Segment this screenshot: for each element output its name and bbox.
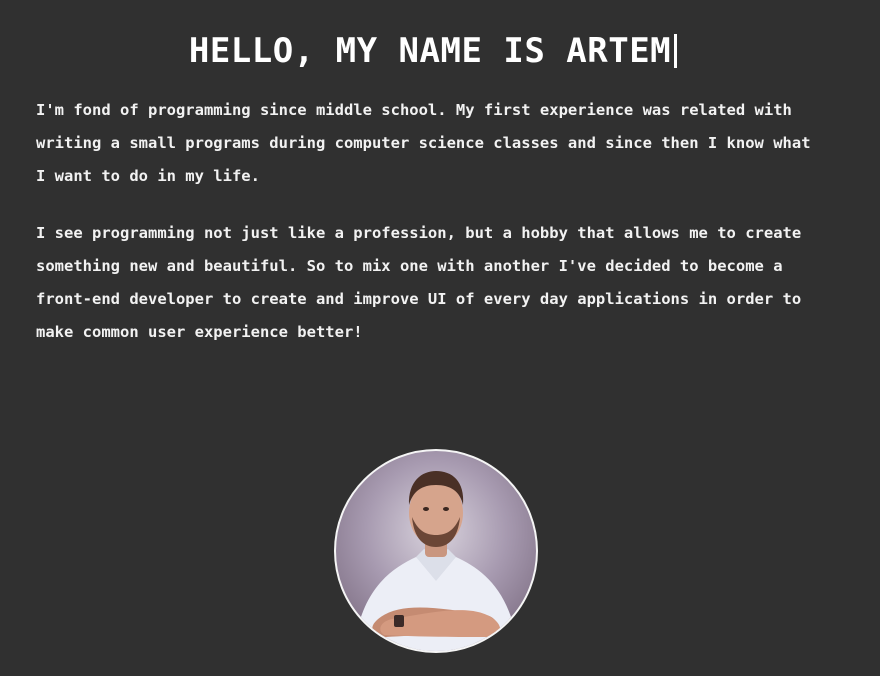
profile-photo-illustration — [354, 471, 518, 651]
about-paragraph-2-line: I see programming not just like a profes… — [36, 224, 802, 242]
about-paragraph-2-line: something new and beautiful. So to mix o… — [36, 257, 783, 275]
about-paragraph-1: I'm fond of programming since middle sch… — [36, 94, 856, 193]
page-title: HELLO, MY NAME IS ARTEM — [0, 29, 866, 73]
about-paragraph-2-line: make common user experience better! — [36, 323, 363, 341]
page-title-text: HELLO, MY NAME IS ARTEM — [188, 30, 672, 71]
about-paragraph-1-line: writing a small programs during computer… — [36, 134, 811, 152]
typing-cursor — [674, 33, 678, 68]
about-paragraph-1-line: I want to do in my life. — [36, 167, 260, 185]
about-paragraph-2: I see programming not just like a profes… — [36, 217, 856, 349]
about-paragraph-1-line: I'm fond of programming since middle sch… — [36, 101, 792, 119]
about-paragraph-2-line: front-end developer to create and improv… — [36, 290, 802, 308]
profile-photo — [334, 449, 538, 653]
